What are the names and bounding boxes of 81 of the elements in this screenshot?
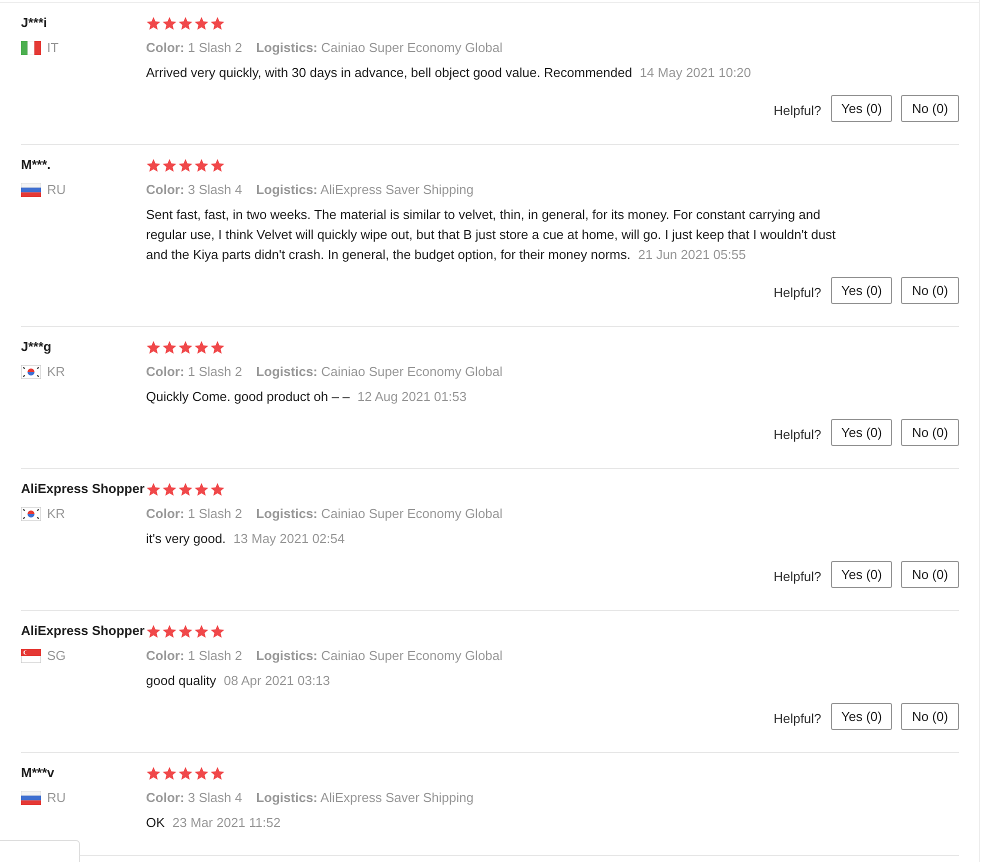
star-icon (162, 16, 177, 30)
country-code: RU (47, 789, 66, 807)
no-button[interactable]: No (0) (901, 561, 959, 588)
logistics-info: Logistics: Cainiao Super Economy Global (256, 647, 503, 665)
country-code: SG (47, 647, 66, 665)
color-info: Color: 1 Slash 2 (146, 39, 242, 57)
logistics-info: Logistics: AliExpress Saver Shipping (256, 181, 474, 199)
yes-button[interactable]: Yes (0) (831, 95, 892, 122)
review-text: Arrived very quickly, with 30 days in advance, bell object good value. Recommended 14 May 2021 10:20 (146, 64, 752, 82)
reviewer-name: J***i (21, 14, 48, 32)
color-info: Color: 1 Slash 2 (146, 505, 242, 523)
star-icon (194, 340, 209, 354)
star-icon (146, 16, 161, 30)
star-icon (162, 482, 177, 496)
star-icon (178, 766, 193, 780)
color-info: Color: 3 Slash 4 (146, 181, 242, 199)
review-text: Quickly Come. good product oh – – 12 Aug 2021 01:53 (146, 388, 467, 406)
helpful-label: Helpful? (774, 103, 822, 118)
logistics-info: Logistics: Cainiao Super Economy Global (256, 363, 503, 381)
star-icon (162, 766, 177, 780)
star-icon (178, 158, 193, 172)
star-icon (162, 624, 177, 638)
star-icon (146, 482, 161, 496)
star-icon (146, 158, 161, 172)
star-icon (210, 340, 225, 354)
star-icon (194, 482, 209, 496)
reviewer-name: M***v (21, 764, 56, 782)
star-icon (194, 16, 209, 30)
reviewer-name: AliExpress Shopper (21, 480, 146, 498)
star-icon (178, 16, 193, 30)
flag-icon (21, 649, 41, 663)
flag-icon (21, 365, 41, 379)
yes-button[interactable]: Yes (0) (831, 561, 892, 588)
star-icon (210, 624, 225, 638)
logistics-info: Logistics: Cainiao Super Economy Global (256, 505, 503, 523)
flag-icon (21, 507, 41, 521)
helpful-label: Helpful? (774, 427, 822, 442)
country-code: KR (47, 363, 66, 381)
color-info: Color: 3 Slash 4 (146, 789, 242, 807)
star-icon (146, 624, 161, 638)
no-button[interactable]: No (0) (901, 95, 959, 122)
star-icon (178, 624, 193, 638)
star-icon (194, 158, 209, 172)
color-info: Color: 1 Slash 2 (146, 363, 242, 381)
star-icon (194, 624, 209, 638)
yes-button[interactable]: Yes (0) (831, 419, 892, 446)
logistics-info: Logistics: Cainiao Super Economy Global (256, 39, 503, 57)
star-icon (146, 340, 161, 354)
flag-icon (21, 183, 41, 197)
star-icon (178, 340, 193, 354)
review-text: it's very good. 13 May 2021 02:54 (146, 530, 345, 548)
reviewer-name: AliExpress Shopper (21, 622, 146, 640)
no-button[interactable]: No (0) (901, 703, 959, 730)
reviewer-name: J***g (21, 338, 52, 356)
star-icon (210, 158, 225, 172)
star-icon (194, 766, 209, 780)
review-text: good quality 08 Apr 2021 03:13 (146, 672, 330, 690)
star-icon (162, 158, 177, 172)
star-icon (210, 482, 225, 496)
helpful-label: Helpful? (774, 569, 822, 584)
star-icon (162, 340, 177, 354)
country-code: KR (47, 505, 66, 523)
star-icon (210, 16, 225, 30)
star-icon (210, 766, 225, 780)
helpful-label: Helpful? (774, 285, 822, 300)
yes-button[interactable]: Yes (0) (831, 277, 892, 304)
yes-button[interactable]: Yes (0) (831, 703, 892, 730)
no-button[interactable]: No (0) (901, 277, 959, 304)
reviewer-name: M***. (21, 156, 52, 174)
no-button[interactable]: No (0) (901, 419, 959, 446)
country-code: IT (47, 39, 59, 57)
flag-icon (21, 791, 41, 805)
helpful-label: Helpful? (774, 711, 822, 726)
country-code: RU (47, 181, 66, 199)
flag-icon (21, 41, 41, 55)
review-text: OK 23 Mar 2021 11:52 (146, 814, 281, 832)
logistics-info: Logistics: AliExpress Saver Shipping (256, 789, 474, 807)
star-icon (146, 766, 161, 780)
star-icon (178, 482, 193, 496)
color-info: Color: 1 Slash 2 (146, 647, 242, 665)
review-text: Sent fast, fast, in two weeks. The material is similar to velvet, thin, in general, for its money. For constant carrying and regular use, I think Velvet will quickly wipe out, but that B just store a cue at home, will go. I just keep that I wouldn't dust and the Kiya parts didn't crash. In general, the budget option, for their money norms. 21 Jun 2021 05:55 (146, 206, 837, 264)
